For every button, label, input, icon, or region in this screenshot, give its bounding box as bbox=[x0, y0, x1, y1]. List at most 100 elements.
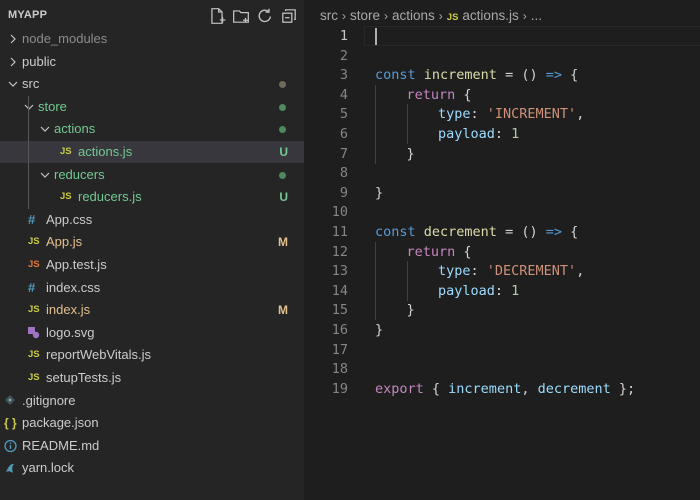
code-line[interactable]: 15} bbox=[304, 300, 700, 321]
code-line[interactable]: 3 const increment = () => { bbox=[304, 65, 700, 85]
tree-item-label: logo.svg bbox=[46, 324, 95, 340]
breadcrumb-file[interactable]: actions.js bbox=[462, 8, 518, 23]
collapse-all-icon[interactable] bbox=[280, 7, 298, 25]
new-folder-icon[interactable] bbox=[232, 7, 250, 25]
code-line[interactable]: 5 type: 'INCREMENT', bbox=[304, 104, 700, 125]
code-line[interactable]: 8 bbox=[304, 163, 700, 183]
tree-file-setuptests-js[interactable]: JS setupTests.js bbox=[0, 367, 304, 389]
code-line[interactable]: 2 bbox=[304, 46, 700, 66]
tree-file-actions-js[interactable]: JS actions.js U bbox=[0, 141, 304, 163]
untracked-badge: U bbox=[279, 145, 288, 159]
code-line[interactable]: 10 bbox=[304, 202, 700, 222]
breadcrumb-symbols[interactable]: ... bbox=[531, 8, 542, 23]
tree-file--gitignore[interactable]: .gitignore bbox=[0, 390, 304, 412]
line-number: 7 bbox=[339, 145, 348, 162]
tree-file-app-css[interactable]: # App.css bbox=[0, 209, 304, 231]
line-number: 4 bbox=[339, 86, 348, 103]
code-line[interactable]: 19 export { increment, decrement }; bbox=[304, 379, 700, 399]
tree-file-app-test-js[interactable]: JS App.test.js bbox=[0, 254, 304, 276]
explorer-title[interactable]: MYAPP bbox=[8, 9, 47, 21]
code-line[interactable]: 16} bbox=[304, 320, 700, 340]
tree-item-label: node_modules bbox=[22, 31, 108, 46]
indent-guide bbox=[375, 124, 376, 144]
tree-file-index-css[interactable]: # index.css bbox=[0, 277, 304, 299]
css-file-icon: # bbox=[28, 211, 36, 227]
tree-file-index-js[interactable]: JS index.js M bbox=[0, 299, 304, 321]
chevron-down-icon[interactable] bbox=[40, 164, 52, 186]
code-text: type: 'INCREMENT', bbox=[438, 106, 585, 123]
tree-folder-store[interactable]: store bbox=[0, 96, 304, 118]
line-number: 1 bbox=[339, 28, 348, 44]
indent-guide bbox=[375, 280, 376, 301]
code-text: } bbox=[406, 302, 415, 319]
indent-guide bbox=[375, 143, 376, 164]
line-number: 11 bbox=[331, 224, 348, 240]
indent-guide bbox=[406, 124, 408, 144]
chevron-right-icon[interactable] bbox=[8, 51, 20, 73]
tree-item-label: setupTests.js bbox=[46, 370, 122, 385]
tree-folder-reducers[interactable]: reducers bbox=[0, 164, 304, 186]
tree-file-logo-svg[interactable]: logo.svg bbox=[0, 322, 304, 344]
indent-guide bbox=[375, 104, 376, 125]
chevron-right-icon: › bbox=[384, 9, 389, 23]
tree-item-label: README.md bbox=[22, 437, 100, 453]
chevron-right-icon: › bbox=[438, 9, 443, 23]
change-dot-icon bbox=[279, 81, 286, 89]
chevron-down-icon[interactable] bbox=[8, 73, 20, 95]
js-file-icon: JS bbox=[446, 12, 459, 23]
code-line[interactable]: 6 payload: 1 bbox=[304, 124, 700, 144]
tree-item-label: index.js bbox=[46, 302, 91, 318]
code-line[interactable]: 18 bbox=[304, 359, 700, 379]
js-file-icon: JS bbox=[28, 372, 40, 383]
tree-file-reducers-js[interactable]: JS reducers.js U bbox=[0, 186, 304, 208]
explorer-sidebar: MYAPP node_modules public src store actions J… bbox=[0, 0, 304, 500]
tree-file-app-js[interactable]: JS App.js M bbox=[0, 231, 304, 253]
indent-guide bbox=[406, 280, 408, 301]
code-line[interactable]: 14 payload: 1 bbox=[304, 280, 700, 301]
tree-file-package-json[interactable]: { } package.json bbox=[0, 412, 304, 434]
tree-file-yarn-lock[interactable]: yarn.lock bbox=[0, 457, 304, 479]
js-file-icon: JS bbox=[28, 349, 40, 361]
code-line[interactable]: 11 const decrement = () => { bbox=[304, 222, 700, 242]
line-number: 3 bbox=[339, 67, 348, 84]
new-file-icon[interactable] bbox=[208, 7, 226, 25]
code-text: export { increment, decrement }; bbox=[375, 380, 636, 397]
code-line[interactable]: 12 return { bbox=[304, 241, 700, 262]
chevron-down-icon[interactable] bbox=[24, 96, 36, 118]
code-text: } bbox=[406, 145, 415, 162]
tree-file-readme-md[interactable]: README.md bbox=[0, 435, 304, 457]
line-number: 6 bbox=[339, 126, 348, 142]
breadcrumb-actions[interactable]: actions bbox=[392, 8, 435, 23]
code-line[interactable]: 9} bbox=[304, 183, 700, 203]
chevron-down-icon[interactable] bbox=[40, 118, 52, 140]
breadcrumb-store[interactable]: store bbox=[350, 8, 380, 23]
breadcrumb-src[interactable]: src bbox=[320, 8, 338, 23]
code-line[interactable]: 1 bbox=[304, 26, 700, 46]
code-line[interactable]: 13 type: 'DECREMENT', bbox=[304, 261, 700, 282]
code-text: payload: 1 bbox=[438, 126, 520, 142]
tree-item-label: .gitignore bbox=[22, 392, 76, 408]
code-text: return { bbox=[406, 86, 472, 103]
js-file-icon: JS bbox=[60, 146, 72, 157]
tree-folder-actions[interactable]: actions bbox=[0, 118, 304, 140]
change-dot-icon bbox=[279, 103, 286, 111]
tree-item-label: store bbox=[38, 98, 67, 114]
line-number: 14 bbox=[331, 282, 348, 299]
code-line[interactable]: 7} bbox=[304, 143, 700, 164]
code-line[interactable]: 17 bbox=[304, 340, 700, 360]
chevron-right-icon[interactable] bbox=[8, 28, 20, 50]
tree-file-reportwebvitals-js[interactable]: JS reportWebVitals.js bbox=[0, 344, 304, 366]
code-text: const increment = () => { bbox=[375, 67, 579, 84]
indent-guide bbox=[375, 84, 376, 105]
refresh-icon[interactable] bbox=[256, 7, 274, 25]
tree-item-label: reportWebVitals.js bbox=[46, 347, 152, 363]
tree-folder-public[interactable]: public bbox=[0, 51, 304, 73]
tree-folder-node-modules[interactable]: node_modules bbox=[0, 28, 304, 50]
tree-item-label: reducers bbox=[54, 166, 105, 182]
line-number: 10 bbox=[331, 204, 348, 221]
code-line[interactable]: 4 return { bbox=[304, 84, 700, 105]
text-cursor bbox=[375, 28, 377, 45]
css-file-icon: # bbox=[28, 279, 36, 295]
tree-folder-src[interactable]: src bbox=[0, 73, 304, 95]
line-number: 18 bbox=[331, 361, 348, 378]
